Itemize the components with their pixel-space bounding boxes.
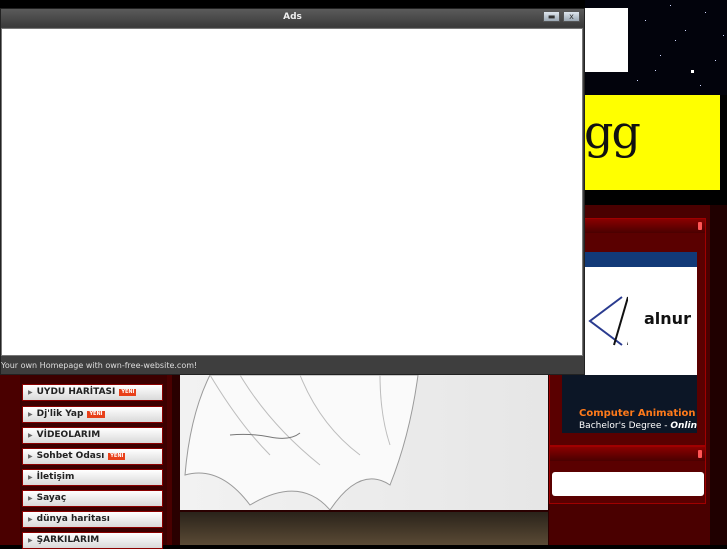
- nav-item-label: Sohbet Odası: [36, 451, 105, 461]
- nav-item-label: Dj'lik Yap: [36, 409, 84, 419]
- ad-title: Computer Animation: [579, 408, 696, 419]
- left-navigation: ▶ UYDU HARİTASI YENİ ▶ Dj'lik Yap YENİ ▶…: [20, 375, 167, 549]
- arrow-icon: ▶: [28, 495, 33, 502]
- ads-content-area[interactable]: [1, 28, 583, 356]
- arrow-icon: ▶: [28, 411, 33, 418]
- nav-item-label: VİDEOLARIM: [36, 430, 101, 440]
- nav-item-djlik-yap[interactable]: ▶ Dj'lik Yap YENİ: [22, 406, 163, 423]
- ad-subtitle: Bachelor's Degree - Online: [579, 421, 697, 431]
- new-badge: YENİ: [119, 389, 137, 396]
- ad-logo-text: alnur: [644, 309, 691, 328]
- minimize-button[interactable]: ▬: [543, 11, 560, 22]
- nav-item-label: Sayaç: [36, 493, 67, 503]
- new-badge: YENİ: [108, 453, 126, 460]
- nav-item-uydu-haritasi[interactable]: ▶ UYDU HARİTASI YENİ: [22, 384, 163, 401]
- nav-item-label: UYDU HARİTASI: [36, 387, 116, 397]
- nav-item-iletisim[interactable]: ▶ İletişim: [22, 469, 163, 486]
- arrow-icon: ▶: [28, 516, 33, 523]
- right-box-2-content: [552, 472, 704, 496]
- nav-item-dunya-haritasi[interactable]: ▶ dünya haritası: [22, 511, 163, 528]
- banner-text: gg: [584, 105, 641, 159]
- ads-window-title: Ads: [283, 12, 302, 22]
- ads-footer-link[interactable]: Your own Homepage with own-free-website.…: [1, 360, 584, 374]
- nav-item-videolarim[interactable]: ▶ VİDEOLARIM: [22, 427, 163, 444]
- nav-item-sarkilarim[interactable]: ▶ ŞARKILARIM: [22, 532, 163, 549]
- arrow-icon: ▶: [28, 453, 33, 460]
- new-badge: YENİ: [87, 411, 105, 418]
- nav-item-label: dünya haritası: [36, 514, 110, 524]
- right-box-2-header: [550, 447, 705, 461]
- ad-computer-animation[interactable]: Computer Animation Bachelor's Degree - O…: [562, 375, 697, 433]
- page-right-edge: [710, 205, 727, 545]
- arrow-icon: ▶: [28, 432, 33, 439]
- dark-image-strip: [180, 512, 548, 545]
- header-white-block: [585, 8, 628, 72]
- ads-popup-window: Ads ▬ x Your own Homepage with own-free-…: [0, 8, 585, 375]
- arrow-icon: ▶: [28, 474, 33, 481]
- arrow-icon: ▶: [28, 389, 33, 396]
- ads-titlebar[interactable]: Ads ▬ x: [1, 9, 584, 27]
- nav-item-sohbet-odasi[interactable]: ▶ Sohbet Odası YENİ: [22, 448, 163, 465]
- feather-illustration: [184, 375, 419, 510]
- nav-item-label: ŞARKILARIM: [36, 535, 100, 545]
- minimize-icon: ▬: [547, 12, 556, 21]
- arrow-icon: ▶: [28, 537, 33, 544]
- header-banner: gg: [584, 95, 720, 190]
- nav-item-label: İletişim: [36, 472, 75, 482]
- close-button[interactable]: x: [563, 11, 580, 22]
- logo-mark-icon: [588, 296, 628, 346]
- feather-image: [180, 375, 548, 510]
- nav-item-sayac[interactable]: ▶ Sayaç: [22, 490, 163, 507]
- close-icon: x: [569, 12, 574, 21]
